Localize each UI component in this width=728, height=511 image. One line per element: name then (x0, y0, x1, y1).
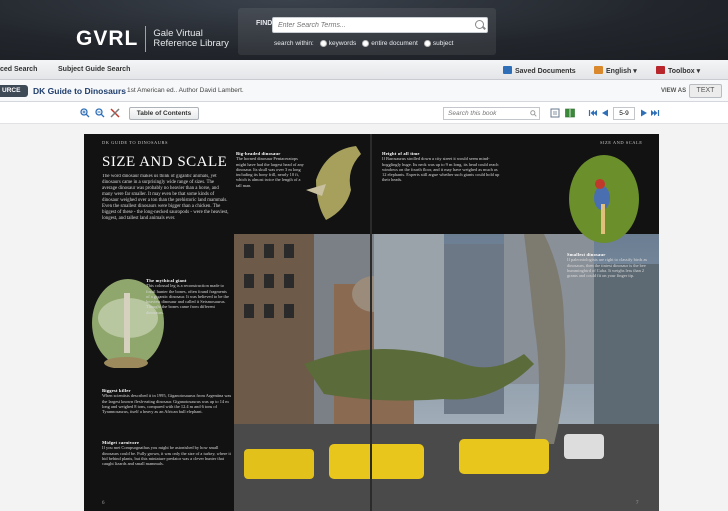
search-within: search within: keywords entire document … (274, 40, 453, 47)
radio-label: keywords (328, 40, 357, 47)
left-running-head: DK GUIDE TO DINOSAURS (102, 140, 168, 145)
smallest-dinosaur-box: Smallest dinosaur If paleontologists are… (567, 252, 653, 322)
height-text: If Barosaurus strolled down a city stree… (382, 156, 500, 183)
previous-page-icon[interactable] (600, 108, 610, 118)
search-this-book-input[interactable] (443, 107, 540, 120)
next-page-icon[interactable] (639, 108, 649, 118)
saved-documents-link[interactable]: Saved Documents (503, 66, 576, 75)
book-meta: 1st American ed.. Author David Lambert. (127, 87, 244, 94)
radio-entire-document[interactable]: entire document (362, 40, 418, 47)
first-page-icon[interactable] (588, 108, 598, 118)
saved-documents-icon (503, 66, 512, 74)
toolbox-menu[interactable]: Toolbox ▾ (656, 66, 700, 75)
zoom-out-icon[interactable] (95, 108, 105, 118)
logo-divider (145, 26, 147, 52)
gvrl-logo[interactable]: GVRL Gale Virtual Reference Library (76, 26, 229, 52)
view-as-label: VIEW AS (661, 88, 687, 94)
nav-bar: ced Search Subject Guide Search Saved Do… (0, 60, 728, 80)
right-running-head: SIZE AND SCALE (600, 140, 643, 145)
midget-carnivore-text: If you met Compsognathus you might be as… (102, 445, 231, 467)
tools-icon[interactable] (110, 108, 120, 118)
left-page-number: 6 (102, 501, 105, 506)
toolbox-label: Toolbox (668, 68, 695, 75)
book-spread[interactable]: DK GUIDE TO DINOSAURS SIZE AND SCALE SIZ… (84, 134, 659, 511)
smallest-text: If paleontologists are right to classify… (567, 257, 648, 279)
saved-documents-label: Saved Documents (515, 68, 576, 75)
search-book-icon[interactable] (530, 110, 537, 117)
subject-guide-search-link[interactable]: Subject Guide Search (58, 66, 130, 73)
language-label: English (606, 68, 632, 75)
book-title[interactable]: DK Guide to Dinosaurs (33, 86, 126, 96)
intro-text: The word dinosaur makes us think of giga… (102, 174, 229, 221)
hummingbird-photo (569, 155, 639, 243)
logo-subtitle: Gale Virtual Reference Library (153, 29, 229, 49)
big-headed-text: The horned dinosaur Pentaceratops might … (236, 156, 304, 188)
search-input[interactable] (272, 17, 488, 33)
language-menu[interactable]: English ▾ (594, 66, 637, 75)
height-of-all-time-box: Height of all time If Barosaurus strolle… (382, 151, 500, 231)
search-within-label: search within: (274, 40, 314, 47)
view-as-text-button[interactable]: TEXT (689, 84, 722, 98)
gvrl-app: GVRL Gale Virtual Reference Library FIND… (0, 0, 728, 511)
spread-view-icon[interactable] (565, 108, 575, 118)
search-icon[interactable] (475, 20, 484, 29)
book-toolbar: Table of Contents 5-9 (0, 102, 728, 124)
radio-icon (423, 40, 431, 47)
radio-label: entire document (371, 40, 418, 47)
page-heading: SIZE AND SCALE (102, 154, 228, 170)
advanced-search-link[interactable]: ced Search (0, 66, 37, 73)
page-gutter (370, 134, 372, 511)
pentaceratops-illustration (306, 146, 361, 220)
biggest-killer-text: When scientists described it in 1995, Gi… (102, 393, 232, 415)
title-bar: URCE DK Guide to Dinosaurs 1st American … (0, 80, 728, 102)
big-headed-box: Big-headed dinosaur The horned dinosaur … (236, 151, 306, 219)
page-number-input[interactable]: 5-9 (613, 107, 635, 120)
mythical-giant-text: This colossal leg is a reconstruction ma… (146, 283, 229, 315)
radio-icon (319, 40, 327, 47)
page-view-icon[interactable] (550, 108, 560, 118)
biggest-killer-box: Biggest killer When scientists described… (102, 388, 234, 436)
logo-text: GVRL (76, 27, 139, 50)
logo-sub-line2: Reference Library (153, 38, 229, 49)
radio-subject[interactable]: subject (423, 40, 454, 47)
mythical-giant-box: The mythical giant This colossal leg is … (146, 278, 231, 358)
midget-carnivore-box: Midget carnivore If you met Compsognathu… (102, 440, 234, 496)
table-of-contents-button[interactable]: Table of Contents (129, 107, 199, 120)
radio-icon (362, 40, 370, 47)
radio-keywords[interactable]: keywords (319, 40, 357, 47)
right-page-number: 7 (636, 501, 639, 506)
last-page-icon[interactable] (650, 108, 660, 118)
header: GVRL Gale Virtual Reference Library FIND… (0, 0, 728, 60)
source-tab[interactable]: URCE (0, 85, 28, 97)
language-icon (594, 66, 603, 74)
radio-label: subject (432, 40, 454, 47)
toolbox-icon (656, 66, 665, 74)
zoom-in-icon[interactable] (80, 108, 90, 118)
